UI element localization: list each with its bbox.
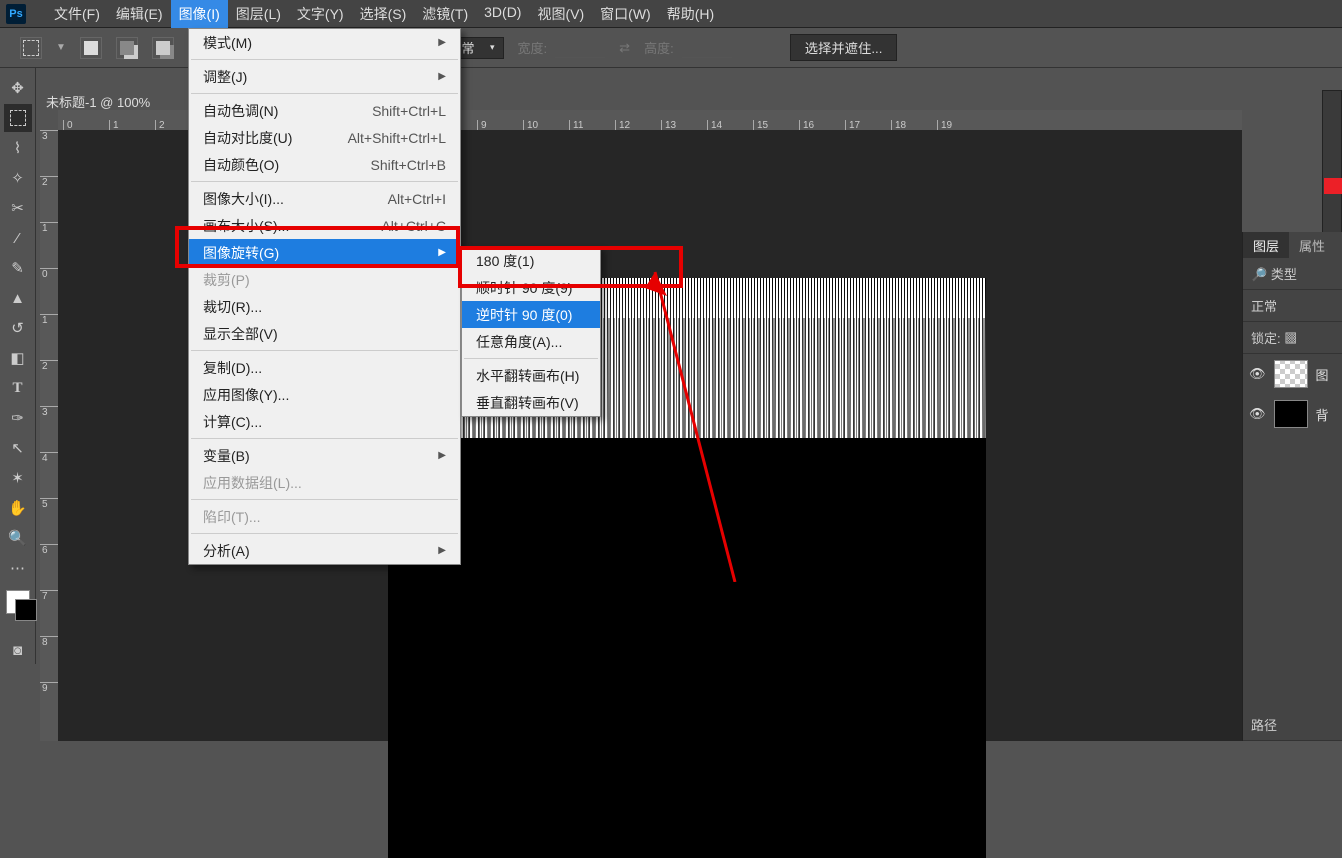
menu-item: 应用数据组(L)...: [189, 469, 460, 496]
menu-3[interactable]: 图层(L): [228, 0, 289, 28]
move-tool-icon[interactable]: ✥: [4, 74, 32, 102]
marquee-tool-icon[interactable]: [20, 37, 42, 59]
quick-mask-icon[interactable]: ◙: [4, 636, 32, 664]
add-selection-icon[interactable]: [116, 37, 138, 59]
hand-tool-icon[interactable]: ✋: [4, 494, 32, 522]
visibility-icon[interactable]: 👁: [1249, 406, 1266, 422]
more-tools-icon[interactable]: ⋯: [4, 554, 32, 582]
menu-item[interactable]: 自动色调(N)Shift+Ctrl+L: [189, 97, 460, 124]
foreground-color-swatch[interactable]: [1324, 178, 1342, 194]
layer-thumbnail[interactable]: [1274, 360, 1308, 388]
menu-item[interactable]: 分析(A): [189, 537, 460, 564]
color-panel-stub[interactable]: [1322, 90, 1342, 250]
menu-item[interactable]: 图像旋转(G): [189, 239, 460, 266]
menu-item[interactable]: 自动对比度(U)Alt+Shift+Ctrl+L: [189, 124, 460, 151]
type-tool-icon[interactable]: T: [4, 374, 32, 402]
layer-row[interactable]: 👁 图: [1243, 354, 1342, 394]
image-menu-dropdown: 模式(M) 调整(J) 自动色调(N)Shift+Ctrl+L自动对比度(U)Alt…: [188, 28, 461, 565]
crop-tool-icon[interactable]: ✂: [4, 194, 32, 222]
layer-filter[interactable]: 🔎 类型: [1243, 258, 1342, 290]
chevron-down-icon[interactable]: ▼: [56, 42, 66, 53]
pen-tool-icon[interactable]: ✑: [4, 404, 32, 432]
menu-item[interactable]: 垂直翻转画布(V): [462, 389, 600, 416]
lasso-tool-icon[interactable]: ⌇: [4, 134, 32, 162]
menu-item[interactable]: 应用图像(Y)...: [189, 381, 460, 408]
menu-5[interactable]: 选择(S): [352, 0, 415, 28]
tab-layers[interactable]: 图层: [1243, 232, 1289, 258]
menu-1[interactable]: 编辑(E): [108, 0, 171, 28]
paths-label[interactable]: 路径: [1243, 709, 1342, 741]
menu-6[interactable]: 滤镜(T): [414, 0, 476, 28]
menu-item[interactable]: 任意角度(A)...: [462, 328, 600, 355]
new-selection-icon[interactable]: [80, 37, 102, 59]
menu-9[interactable]: 窗口(W): [592, 0, 659, 28]
swap-icon[interactable]: ⇄: [619, 40, 630, 56]
menu-item[interactable]: 模式(M): [189, 29, 460, 56]
image-rotation-submenu: 180 度(1)顺时针 90 度(9)逆时针 90 度(0)任意角度(A)...…: [461, 246, 601, 417]
menu-item[interactable]: 裁切(R)...: [189, 293, 460, 320]
layer-thumbnail[interactable]: [1274, 400, 1308, 428]
menu-item[interactable]: 水平翻转画布(H): [462, 362, 600, 389]
shape-tool-icon[interactable]: ✶: [4, 464, 32, 492]
blend-mode-select[interactable]: 正常: [1243, 290, 1342, 322]
menu-10[interactable]: 帮助(H): [659, 0, 722, 28]
menu-item: 裁剪(P): [189, 266, 460, 293]
menu-4[interactable]: 文字(Y): [289, 0, 352, 28]
menu-item[interactable]: 复制(D)...: [189, 354, 460, 381]
visibility-icon[interactable]: 👁: [1249, 366, 1266, 382]
menu-item: 陷印(T)...: [189, 503, 460, 530]
layer-name: 图: [1316, 365, 1329, 384]
ruler-vertical: 3210123456789: [40, 130, 58, 741]
menu-item[interactable]: 图像大小(I)...Alt+Ctrl+I: [189, 185, 460, 212]
magic-wand-icon[interactable]: ✧: [4, 164, 32, 192]
menu-item[interactable]: 180 度(1): [462, 247, 600, 274]
select-and-mask-button[interactable]: 选择并遮住...: [790, 34, 898, 61]
menu-7[interactable]: 3D(D): [476, 0, 529, 28]
subtract-selection-icon[interactable]: [152, 37, 174, 59]
zoom-tool-icon[interactable]: 🔍: [4, 524, 32, 552]
menu-2[interactable]: 图像(I): [171, 0, 228, 28]
layer-name: 背: [1316, 405, 1329, 424]
eraser-tool-icon[interactable]: ◧: [4, 344, 32, 372]
menu-item[interactable]: 计算(C)...: [189, 408, 460, 435]
layer-row[interactable]: 👁 背: [1243, 394, 1342, 434]
app-logo: Ps: [6, 4, 26, 24]
menu-item[interactable]: 自动颜色(O)Shift+Ctrl+B: [189, 151, 460, 178]
lock-row: 锁定: ▩: [1243, 322, 1342, 354]
width-label: 宽度:: [518, 38, 548, 57]
menu-item[interactable]: 变量(B): [189, 442, 460, 469]
path-select-icon[interactable]: ↖: [4, 434, 32, 462]
height-label: 高度:: [644, 38, 674, 57]
menu-8[interactable]: 视图(V): [529, 0, 592, 28]
menu-item[interactable]: 顺时针 90 度(9): [462, 274, 600, 301]
menu-item[interactable]: 显示全部(V): [189, 320, 460, 347]
clone-stamp-icon[interactable]: ▲: [4, 284, 32, 312]
menu-item[interactable]: 调整(J): [189, 63, 460, 90]
menu-bar: Ps 文件(F)编辑(E)图像(I)图层(L)文字(Y)选择(S)滤镜(T)3D…: [0, 0, 1342, 28]
menu-0[interactable]: 文件(F): [46, 0, 108, 28]
menu-item[interactable]: 逆时针 90 度(0): [462, 301, 600, 328]
marquee-tool-icon[interactable]: [4, 104, 32, 132]
layers-panel: 图层 属性 🔎 类型 正常 锁定: ▩ 👁 图 👁 背 路径: [1242, 232, 1342, 741]
foreground-background-colors[interactable]: [6, 590, 30, 614]
menu-item[interactable]: 画布大小(S)...Alt+Ctrl+C: [189, 212, 460, 239]
history-brush-icon[interactable]: ↺: [4, 314, 32, 342]
brush-tool-icon[interactable]: ✎: [4, 254, 32, 282]
eyedropper-icon[interactable]: ⁄: [4, 224, 32, 252]
tab-properties[interactable]: 属性: [1289, 232, 1335, 258]
toolbox: ✥ ⌇ ✧ ✂ ⁄ ✎ ▲ ↺ ◧ T ✑ ↖ ✶ ✋ 🔍 ⋯ ◙: [0, 68, 36, 664]
